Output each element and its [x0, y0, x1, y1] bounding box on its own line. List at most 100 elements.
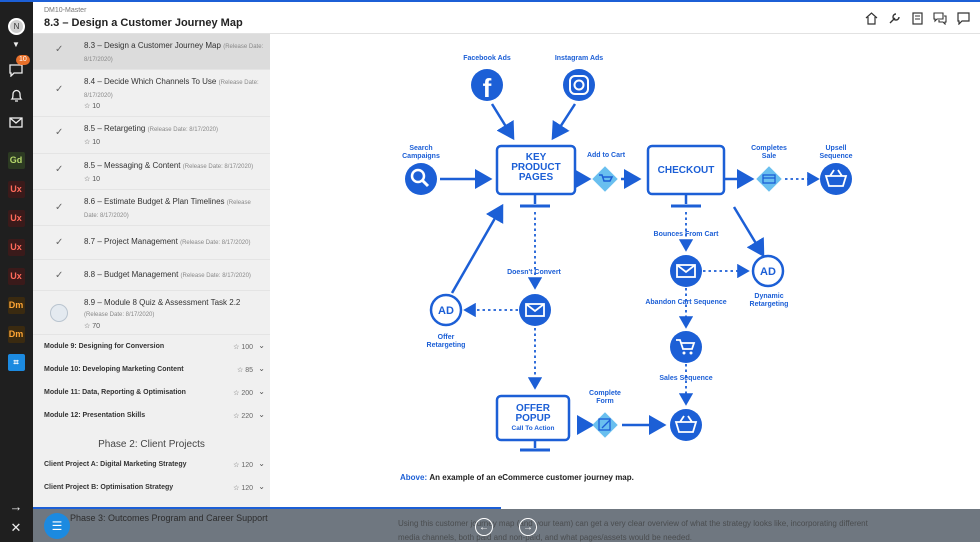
lesson-item[interactable]: ✓ 8.5 – Retargeting (Release Date: 8/17/…	[33, 117, 270, 154]
lesson-item[interactable]: ✓ 8.6 – Estimate Budget & Plan Timelines…	[33, 190, 270, 226]
app-ux-2[interactable]: Ux	[6, 208, 26, 228]
lesson-item[interactable]: 8.9 – Module 8 Quiz & Assessment Task 2.…	[33, 291, 270, 335]
project-row[interactable]: Client Project B: Optimisation Strategy …	[33, 478, 270, 500]
breadcrumb[interactable]: DM10-Master	[44, 7, 86, 14]
home-icon[interactable]	[864, 11, 878, 25]
app-ux-1[interactable]: Ux	[6, 179, 26, 199]
notification-badge: 10	[16, 55, 30, 65]
app-ux-3[interactable]: Ux	[6, 237, 26, 257]
check-icon: ✓	[55, 164, 64, 175]
lesson-title: 8.6 – Estimate Budget & Plan Timelines	[84, 197, 225, 206]
label-upsell-2: Sequence	[819, 153, 852, 160]
cart-diamond-icon	[592, 166, 618, 192]
label-search-1: Search	[409, 145, 432, 152]
lesson-item[interactable]: ✓ 8.8 – Budget Management (Release Date:…	[33, 260, 270, 291]
lesson-item[interactable]: ✓ 8.5 – Messaging & Content (Release Dat…	[33, 154, 270, 190]
chevron-down-icon[interactable]: ⌄	[258, 387, 265, 396]
module-points: 220	[241, 413, 253, 420]
arrow-right-icon[interactable]: →	[6, 496, 26, 516]
module-row[interactable]: Module 10: Developing Marketing Content …	[33, 360, 270, 382]
label-completes-sale-1: Completes	[751, 145, 787, 152]
label-facebook-ads: Facebook Ads	[463, 55, 511, 62]
card-diamond-icon	[756, 166, 782, 192]
label-bounces-from-cart: Bounces From Cart	[654, 231, 720, 238]
module-row[interactable]: Module 11: Data, Reporting & Optimisatio…	[33, 383, 270, 405]
lesson-item[interactable]: ✓ 8.3 – Design a Customer Journey Map (R…	[33, 34, 270, 70]
customer-journey-diagram: f Facebook Ads Instagram Ads Search Camp…	[402, 55, 853, 452]
chevron-down-icon[interactable]: ⌄	[258, 482, 265, 491]
module-row[interactable]: Module 12: Presentation Skills ☆ 220 ⌄	[33, 406, 270, 428]
star-icon: ☆	[233, 485, 240, 492]
lesson-points: 10	[92, 103, 101, 110]
caption-label: Above:	[400, 473, 428, 482]
figure-caption: Above: An example of an eCommerce custom…	[400, 473, 634, 482]
label-offer-popup-2: POPUP	[515, 413, 550, 424]
lesson-points: 10	[92, 176, 101, 183]
star-icon: ☆	[233, 462, 240, 469]
basket-icon	[670, 409, 702, 441]
app-ux-4[interactable]: Ux	[6, 266, 26, 286]
star-icon: ☆	[84, 323, 91, 330]
lesson-date: (Release Date: 8/17/2020)	[180, 273, 251, 279]
module-title: Module 12: Presentation Skills	[44, 412, 146, 419]
label-ad-dynamic: AD	[760, 266, 776, 278]
page-title: 8.3 – Design a Customer Journey Map	[44, 17, 243, 29]
progress-line	[33, 507, 501, 509]
header: DM10-Master 8.3 – Design a Customer Jour…	[33, 2, 980, 34]
label-call-to-action: Call To Action	[512, 425, 555, 432]
label-dynamic-1: Dynamic	[754, 293, 783, 300]
check-icon: ✓	[55, 84, 64, 95]
avatar[interactable]: N	[8, 18, 25, 35]
body-paragraph: Using this customer journey map (and you…	[398, 519, 868, 542]
feedback-icon[interactable]	[956, 11, 970, 25]
app-dm-2[interactable]: Dm	[6, 324, 26, 344]
lesson-title: 8.5 – Retargeting	[84, 124, 146, 133]
chevron-down-icon[interactable]: ⌄	[258, 410, 265, 419]
module-points: 200	[241, 390, 253, 397]
lesson-date: (Release Date: 8/17/2020)	[84, 312, 155, 318]
chevron-down-icon[interactable]: ▼	[6, 34, 26, 54]
project-row[interactable]: Client Project A: Digital Marketing Stra…	[33, 455, 270, 477]
bell-icon[interactable]	[6, 86, 26, 106]
star-icon: ☆	[84, 139, 91, 146]
lesson-item[interactable]: ✓ 8.7 – Project Management (Release Date…	[33, 226, 270, 260]
check-icon: ✓	[55, 202, 64, 213]
project-points: 120	[241, 462, 253, 469]
star-icon: ☆	[233, 413, 240, 420]
lesson-points: 70	[92, 323, 101, 330]
chevron-down-icon[interactable]: ⌄	[258, 459, 265, 468]
label-checkout: CHECKOUT	[658, 165, 715, 176]
lesson-item[interactable]: ✓ 8.4 – Decide Which Channels To Use (Re…	[33, 70, 270, 117]
module-points: 100	[241, 344, 253, 351]
notebook-icon[interactable]	[910, 11, 924, 25]
lesson-title: 8.3 – Design a Customer Journey Map	[84, 41, 221, 50]
label-sales-sequence: Sales Sequence	[659, 375, 712, 382]
wrench-icon[interactable]	[887, 11, 901, 25]
lesson-title: 8.4 – Decide Which Channels To Use	[84, 77, 217, 86]
chevron-down-icon[interactable]: ⌄	[258, 364, 265, 373]
comments-icon[interactable]	[933, 11, 947, 25]
mail-icon[interactable]	[6, 112, 26, 132]
label-ad-offer: AD	[438, 305, 454, 317]
next-page-button[interactable]: →	[519, 518, 537, 536]
phase-heading: Phase 2: Client Projects	[98, 439, 205, 450]
lesson-points: 10	[92, 139, 101, 146]
star-icon: ☆	[84, 176, 91, 183]
chevron-down-icon[interactable]: ⌄	[258, 341, 265, 350]
label-instagram-ads: Instagram Ads	[555, 55, 603, 62]
app-grid-icon[interactable]: ⌗	[6, 352, 26, 372]
form-diamond-icon	[592, 412, 618, 438]
left-rail: N ▼ 10 Gd Ux Ux Ux Ux Dm Dm ⌗ → ✕	[0, 2, 33, 542]
project-points: 120	[241, 485, 253, 492]
label-search-2: Campaigns	[402, 153, 440, 160]
facebook-icon: f	[471, 69, 503, 103]
app-dm-1[interactable]: Dm	[6, 295, 26, 315]
star-icon: ☆	[84, 103, 91, 110]
phase3-heading: Phase 3: Outcomes Program and Career Sup…	[70, 513, 268, 523]
app-gd[interactable]: Gd	[6, 150, 26, 170]
module-row[interactable]: Module 9: Designing for Conversion ☆ 100…	[33, 337, 270, 359]
label-abandon-cart: Abandon Cart Sequence	[645, 299, 726, 306]
previous-page-button[interactable]: ←	[475, 518, 493, 536]
collapse-icon[interactable]: ✕	[6, 518, 26, 538]
outline-menu-button[interactable]: ☰	[44, 513, 70, 539]
